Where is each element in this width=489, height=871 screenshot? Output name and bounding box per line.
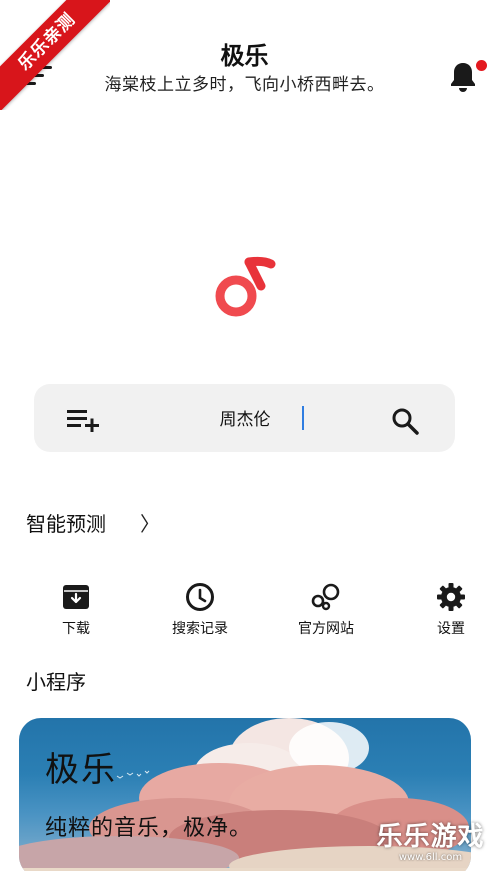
gear-icon xyxy=(437,583,465,611)
watermark: 乐乐游戏 www.6ll.com xyxy=(372,822,489,871)
card-title: 极乐 xyxy=(45,750,117,790)
archive-icon xyxy=(63,585,89,609)
bubbles-icon xyxy=(311,583,340,611)
chevron-right-icon[interactable]: 〉 xyxy=(140,508,160,537)
download-button[interactable]: 下载 xyxy=(31,582,121,638)
official-website-button[interactable]: 官方网站 xyxy=(281,582,371,638)
action-label: 搜索记录 xyxy=(172,621,228,637)
action-label: 下载 xyxy=(62,621,90,637)
clock-icon xyxy=(186,583,214,611)
settings-button[interactable]: 设置 xyxy=(406,582,489,638)
notification-dot xyxy=(476,60,487,71)
ribbon-label: 乐乐亲测 xyxy=(0,0,110,110)
watermark-main: 乐乐游戏 xyxy=(376,822,485,852)
corner-ribbon: 乐乐亲测 xyxy=(0,0,110,110)
action-label: 官方网站 xyxy=(298,621,354,637)
search-icon[interactable] xyxy=(390,406,420,436)
search-bar xyxy=(34,384,455,452)
search-input[interactable] xyxy=(154,402,336,432)
watermark-url: www.6ll.com xyxy=(398,852,463,863)
mini-programs-title: 小程序 xyxy=(26,670,86,694)
playlist-add-icon[interactable] xyxy=(66,408,100,433)
smart-prediction-label[interactable]: 智能预测 xyxy=(26,508,106,537)
text-caret xyxy=(302,406,304,430)
bell-icon[interactable] xyxy=(448,60,478,94)
card-description: 纯粹的音乐，极净。 xyxy=(45,816,253,841)
action-label: 设置 xyxy=(437,621,465,637)
music-note-logo xyxy=(209,256,279,322)
search-history-button[interactable]: 搜索记录 xyxy=(155,582,245,638)
